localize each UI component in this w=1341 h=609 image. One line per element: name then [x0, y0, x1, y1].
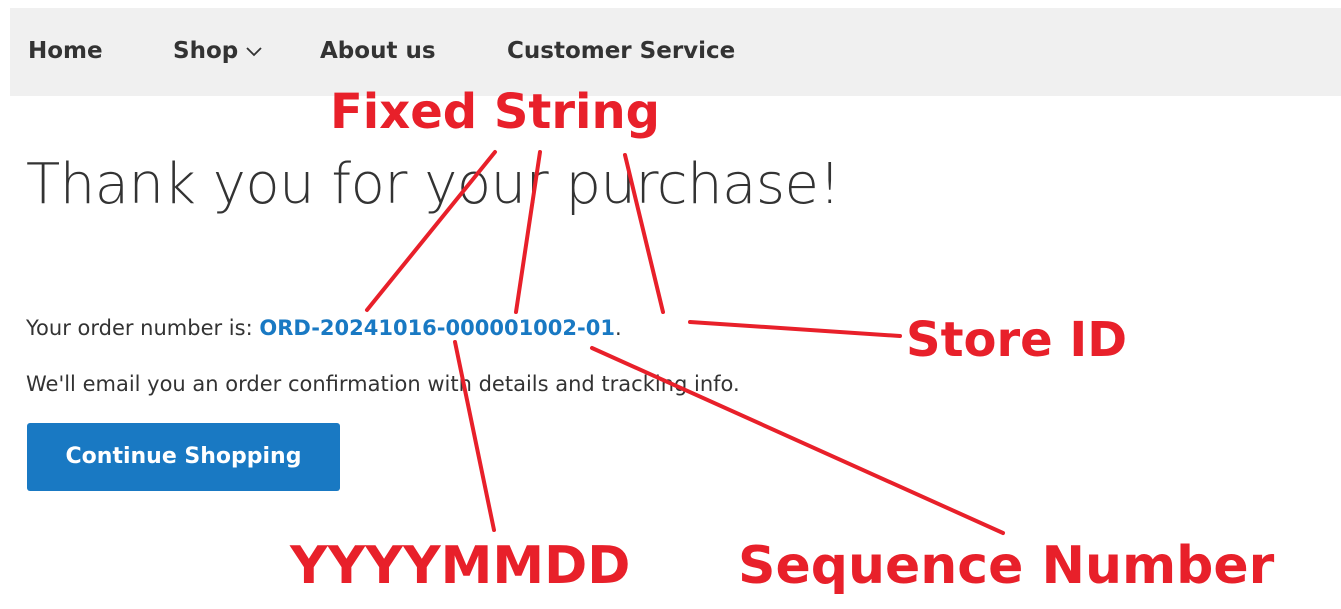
nav-item-label: Shop — [173, 38, 239, 64]
nav-item-shop[interactable]: Shop — [173, 36, 262, 66]
confirmation-message: We'll email you an order confirmation wi… — [26, 372, 740, 396]
nav-item-label: Customer Service — [507, 38, 736, 64]
nav-item-customer-service[interactable]: Customer Service — [507, 36, 735, 66]
order-number-suffix: . — [614, 316, 622, 340]
annotation-sequence-number: Sequence Number — [738, 536, 1275, 596]
annotation-date-format: YYYYMMDD — [290, 536, 631, 596]
continue-shopping-button[interactable]: Continue Shopping — [27, 423, 340, 491]
nav-item-label: About us — [320, 38, 436, 64]
annotation-fixed-string: Fixed String — [330, 84, 660, 140]
order-number-line: Your order number is: ORD-20241016-00000… — [26, 314, 622, 342]
checkout-success-page: Home Shop About us Customer Service Than… — [0, 0, 1341, 609]
top-navigation: Home Shop About us Customer Service — [10, 8, 1341, 96]
page-title: Thank you for your purchase! — [26, 152, 841, 217]
nav-item-home[interactable]: Home — [28, 36, 103, 66]
annotation-store-id: Store ID — [906, 312, 1128, 368]
order-number-prefix: Your order number is: — [26, 316, 260, 340]
chevron-down-icon — [246, 46, 262, 57]
nav-item-about-us[interactable]: About us — [320, 36, 436, 66]
nav-item-label: Home — [28, 38, 103, 64]
order-number-link[interactable]: ORD-20241016-000001002-01 — [259, 316, 615, 340]
store-id-pointer — [688, 320, 902, 338]
